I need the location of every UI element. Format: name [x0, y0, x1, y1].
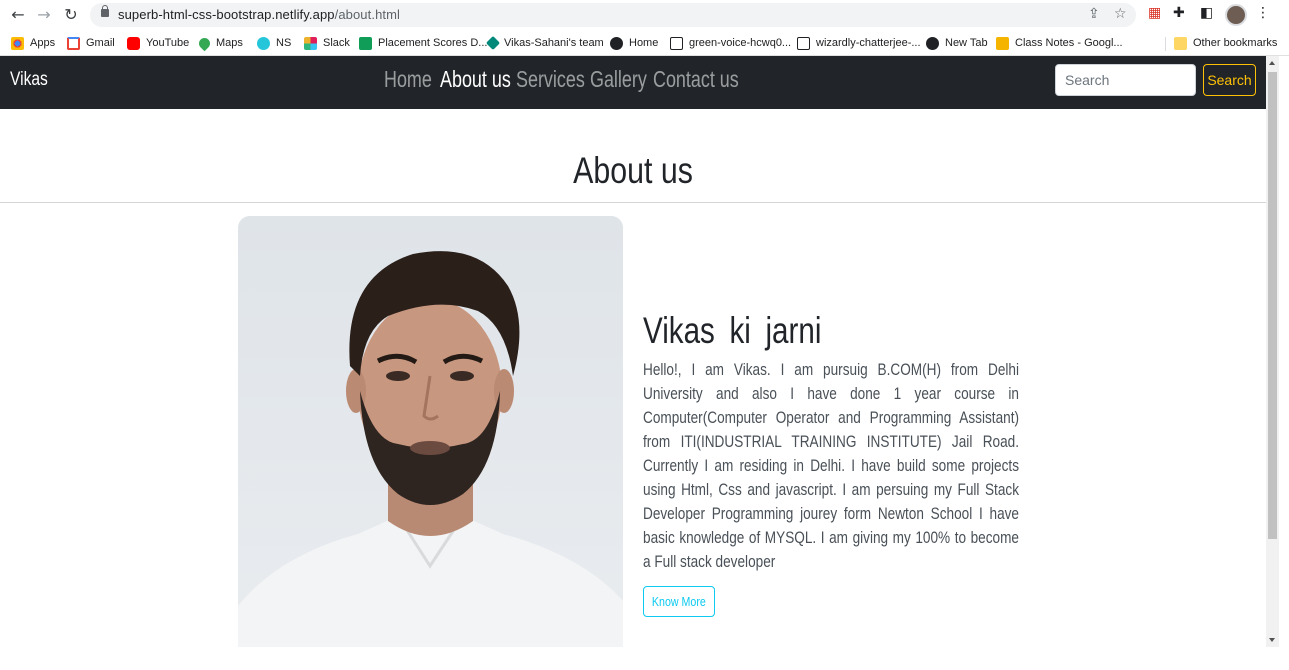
bookmark-slack[interactable]: Slack [304, 34, 350, 52]
search-input[interactable] [1055, 64, 1196, 96]
profile-photo [238, 216, 623, 647]
know-more-button[interactable]: Know More [643, 586, 715, 617]
bookmark-home[interactable]: Home [610, 34, 658, 52]
other-bookmarks[interactable]: Other bookmarks [1174, 34, 1277, 52]
maps-pin-icon [196, 35, 213, 51]
nav-link-services[interactable]: Services [516, 66, 585, 93]
site-navbar: Vikas Home About us Services Gallery Con… [0, 56, 1266, 109]
scroll-down-arrow-icon[interactable] [1269, 638, 1275, 642]
apps-grid-icon [11, 36, 24, 50]
back-arrow-icon[interactable]: ← [7, 4, 29, 26]
lock-icon [101, 5, 109, 17]
bookmark-separator [1165, 37, 1166, 51]
nav-link-about[interactable]: About us [440, 66, 511, 93]
nav-link-gallery[interactable]: Gallery [590, 66, 647, 93]
navbar-brand[interactable]: Vikas [10, 69, 48, 91]
bookmark-star-icon[interactable]: ☆ [1114, 6, 1127, 22]
address-bar[interactable]: superb-html-css-bootstrap.netlify.app/ab… [90, 3, 1136, 27]
page-title: About us [573, 150, 693, 191]
bookmark-placement-scores[interactable]: Placement Scores D... [359, 34, 487, 52]
bookmark-class-notes[interactable]: Class Notes - Googl... [996, 34, 1123, 52]
sheets-icon [359, 36, 372, 50]
globe-icon [610, 36, 623, 50]
bookmark-green-voice[interactable]: green-voice-hcwq0... [670, 34, 791, 52]
nav-link-contact[interactable]: Contact us [653, 66, 739, 93]
scroll-up-arrow-icon[interactable] [1269, 61, 1275, 65]
ns-icon [257, 36, 270, 50]
extensions-puzzle-icon[interactable]: ✚ [1173, 5, 1185, 21]
bookmark-maps[interactable]: Maps [196, 34, 243, 52]
slack-icon [304, 36, 317, 50]
page-icon [797, 36, 810, 50]
scroll-thumb[interactable] [1268, 72, 1277, 539]
divider [0, 202, 1266, 203]
bookmark-new-tab[interactable]: New Tab [926, 34, 988, 52]
side-panel-icon[interactable]: ◧ [1200, 5, 1213, 21]
bookmark-youtube[interactable]: YouTube [127, 34, 189, 52]
menu-kebab-icon[interactable]: ⋮ [1256, 5, 1270, 21]
folder-icon [1174, 36, 1187, 50]
nav-link-home[interactable]: Home [384, 66, 432, 93]
browser-toolbar: ← → ↻ superb-html-css-bootstrap.netlify.… [0, 0, 1289, 30]
bookmark-gmail[interactable]: Gmail [67, 34, 115, 52]
forward-arrow-icon[interactable]: → [33, 4, 55, 26]
bookmarks-bar: Apps Gmail YouTube Maps NS Slack Placeme… [0, 30, 1289, 56]
share-icon[interactable]: ⇪ [1088, 6, 1100, 22]
nav-menu: Home About us Services Gallery Contact u… [384, 66, 739, 93]
bookmark-apps[interactable]: Apps [11, 34, 55, 52]
bookmark-ns[interactable]: NS [257, 34, 291, 52]
globe-icon [926, 36, 939, 50]
slides-icon [996, 36, 1009, 50]
search-button[interactable]: Search [1203, 64, 1256, 96]
page-icon [670, 36, 683, 50]
page-scrollbar[interactable] [1266, 56, 1279, 647]
bookmark-vikas-team[interactable]: Vikas-Sahani's team [485, 34, 604, 52]
reload-icon[interactable]: ↻ [60, 4, 82, 26]
gmail-icon [67, 36, 80, 50]
profile-avatar[interactable] [1225, 4, 1247, 26]
bookmark-wizardly[interactable]: wizardly-chatterjee-... [797, 34, 921, 52]
about-heading: Vikas ki jarni [643, 310, 822, 351]
window-bottom [0, 647, 1289, 670]
team-diamond-icon [485, 35, 501, 51]
extension-calendar-icon[interactable]: ▦ [1148, 5, 1161, 21]
youtube-icon [127, 36, 140, 50]
url-text: superb-html-css-bootstrap.netlify.app/ab… [118, 7, 401, 22]
about-paragraph: Hello!, I am Vikas. I am pursuig B.COM(H… [643, 360, 1019, 571]
